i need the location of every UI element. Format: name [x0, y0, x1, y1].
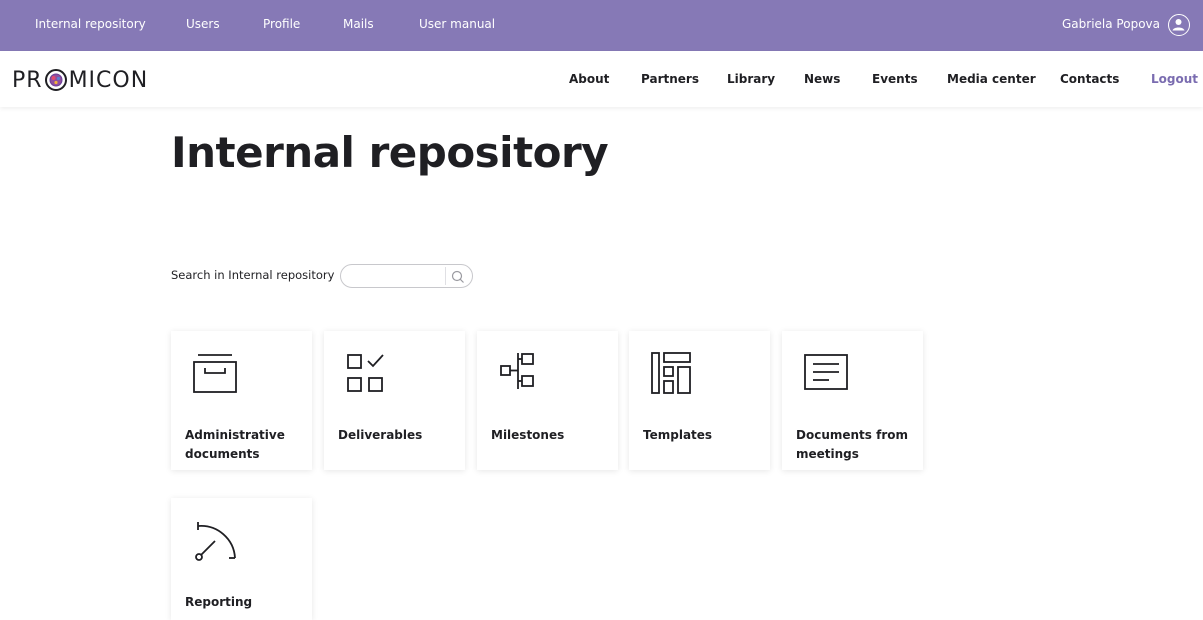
user-name[interactable]: Gabriela Popova	[1062, 17, 1160, 31]
archive-box-icon	[193, 354, 237, 393]
card-documents-from-meetings[interactable]: Documents from meetings	[782, 331, 923, 470]
search-label: Search in Internal repository	[171, 268, 335, 282]
top-link-internal-repository[interactable]: Internal repository	[35, 17, 146, 31]
card-label: Templates	[643, 428, 713, 442]
card-administrative-documents[interactable]: Administrative documents	[171, 331, 312, 470]
nav-partners[interactable]: Partners	[641, 72, 699, 86]
page-title: Internal repository	[171, 128, 609, 177]
search-divider	[445, 267, 446, 285]
search-icon[interactable]	[450, 269, 466, 285]
card-label: Milestones	[491, 428, 565, 442]
search-box	[340, 264, 473, 288]
main-nav-bar: PR MICON About Partners Library News Eve…	[0, 51, 1203, 107]
top-link-users[interactable]: Users	[186, 17, 220, 31]
nav-contacts[interactable]: Contacts	[1060, 72, 1119, 86]
user-avatar-icon[interactable]	[1168, 14, 1190, 36]
top-bar: Internal repository Users Profile Mails …	[0, 0, 1203, 51]
checklist-icon	[347, 354, 384, 392]
card-label: Documents from meetings	[796, 428, 908, 461]
card-label: Administrative documents	[185, 428, 285, 461]
nav-news[interactable]: News	[804, 72, 840, 86]
logout-link[interactable]: Logout	[1151, 72, 1198, 86]
gauge-icon	[195, 522, 236, 561]
card-deliverables[interactable]: Deliverables	[324, 331, 465, 470]
card-milestones[interactable]: Milestones	[477, 331, 618, 470]
nav-media-center[interactable]: Media center	[947, 72, 1036, 86]
card-label: Deliverables	[338, 428, 423, 442]
search-input[interactable]	[351, 268, 447, 284]
template-layout-icon	[651, 352, 691, 394]
top-link-profile[interactable]: Profile	[263, 17, 300, 31]
milestone-tree-icon	[500, 353, 534, 389]
nav-events[interactable]: Events	[872, 72, 918, 86]
card-label: Reporting	[185, 595, 253, 609]
nav-about[interactable]: About	[569, 72, 609, 86]
top-link-mails[interactable]: Mails	[343, 17, 374, 31]
card-reporting[interactable]: Reporting	[171, 498, 312, 620]
top-link-user-manual[interactable]: User manual	[419, 17, 495, 31]
nav-library[interactable]: Library	[727, 72, 775, 86]
logo-text-left: PR	[12, 67, 43, 93]
logo-text-right: MICON	[68, 67, 149, 93]
promicon-logo[interactable]: PR MICON	[12, 67, 148, 93]
logo-mark-icon	[44, 69, 67, 91]
card-templates[interactable]: Templates	[629, 331, 770, 470]
document-lines-icon	[804, 354, 848, 390]
